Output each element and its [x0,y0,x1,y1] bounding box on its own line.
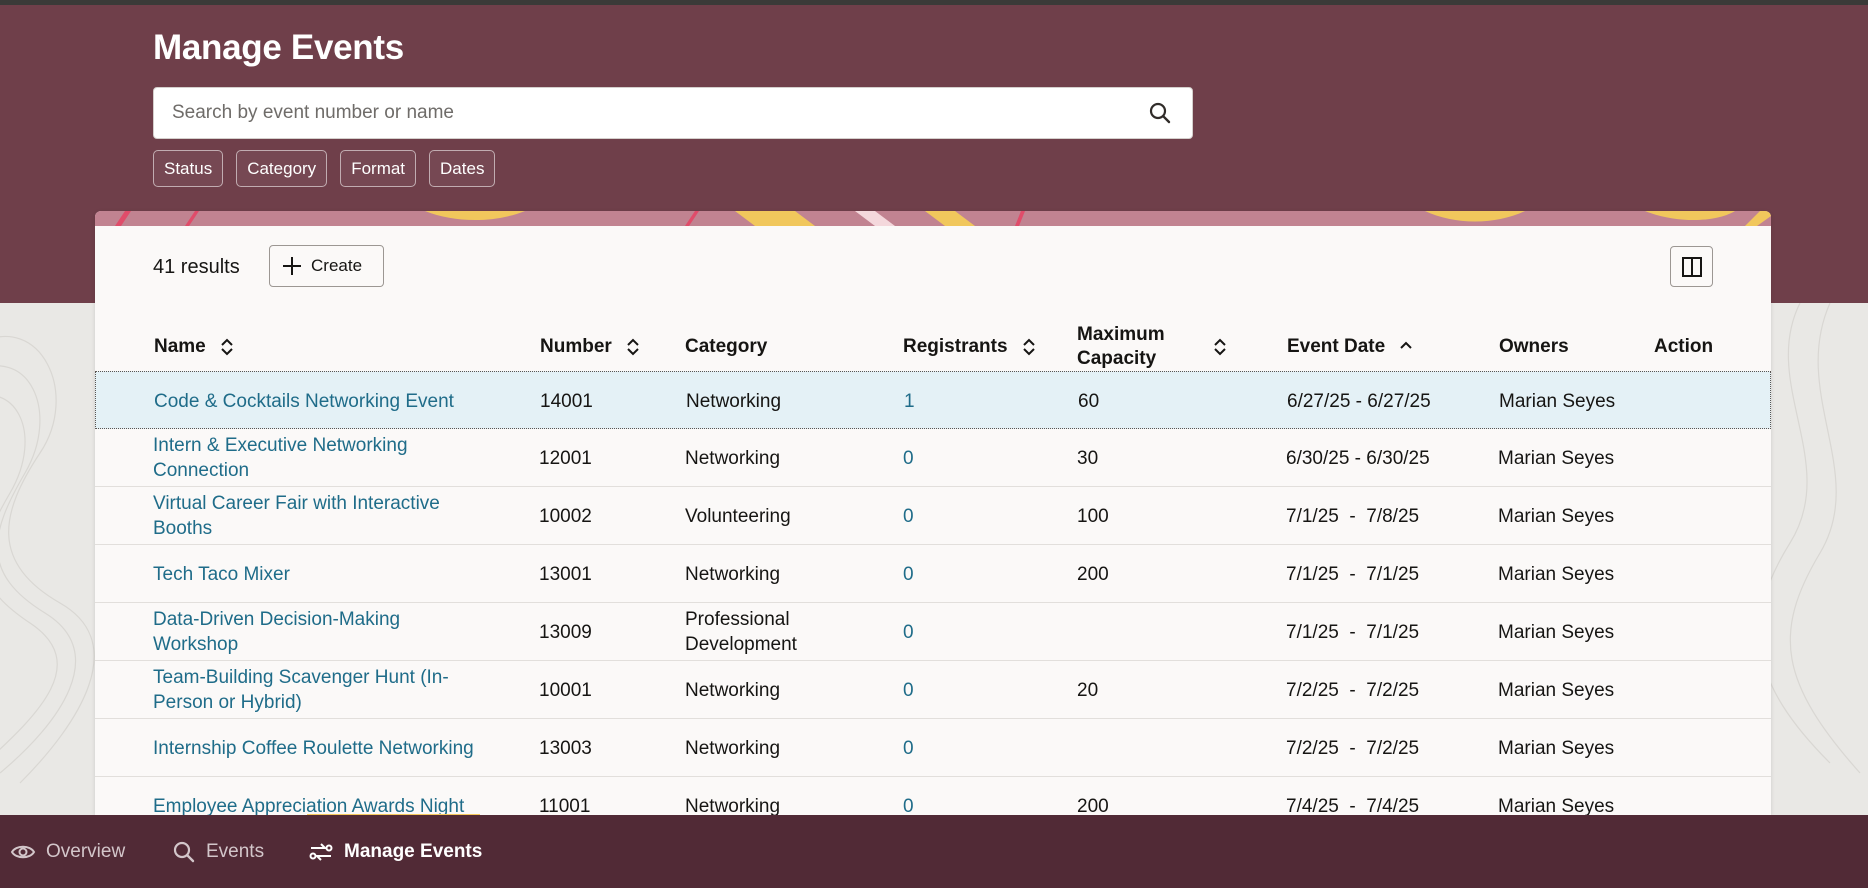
filter-format-chip[interactable]: Format [340,150,417,187]
event-number: 11001 [539,795,591,816]
event-date: 7/4/25 - 7/4/25 [1286,795,1420,816]
event-name-link[interactable]: Tech Taco Mixer [153,545,513,603]
split-panel-icon [1681,256,1702,277]
registrants-link[interactable]: 0 [903,429,914,487]
event-category: Networking [686,390,782,412]
search-input[interactable] [172,88,1132,138]
event-number: 10002 [539,505,592,527]
sort-icon [221,338,233,355]
results-count: 41 results [153,256,240,278]
event-name-link[interactable]: Virtual Career Fair with Interactive Boo… [153,487,473,545]
registrants-link[interactable]: 0 [903,661,914,719]
event-name-link[interactable]: Data-Driven Decision-Making Workshop [153,603,453,661]
max-capacity: 20 [1077,679,1099,701]
owners: Marian Seyes [1498,679,1615,701]
nav-item-overview[interactable]: Overview [10,815,125,888]
create-button-label: Create [311,256,363,275]
owners: Marian Seyes [1498,505,1615,527]
table-row[interactable]: Code & Cocktails Networking Event 14001 … [95,371,1771,429]
eye-icon [10,845,36,858]
sort-icon [1022,338,1035,355]
registrants-link[interactable]: 0 [903,545,914,603]
event-number: 10001 [539,679,592,701]
event-name-link[interactable]: Code & Cocktails Networking Event [154,372,514,430]
bottom-navigation: Overview Events Manage Events [0,815,1868,888]
table-row[interactable]: Tech Taco Mixer 13001 Networking 0 200 7… [95,545,1771,603]
owners: Marian Seyes [1498,795,1615,816]
nav-item-label: Events [206,840,265,862]
owners: Marian Seyes [1498,737,1615,759]
event-date: 7/2/25 - 7/2/25 [1286,737,1420,759]
toggle-panel-button[interactable] [1670,246,1713,287]
registrants-link[interactable]: 1 [904,372,915,430]
table-row[interactable]: Data-Driven Decision-Making Workshop 130… [95,603,1771,661]
search-box [153,87,1193,139]
table-row[interactable]: Employee Appreciation Awards Night 11001… [95,777,1771,816]
max-capacity: 100 [1077,505,1109,527]
event-number: 13003 [539,737,592,759]
filter-chips: Status Category Format Dates [153,150,496,187]
table-row[interactable]: Virtual Career Fair with Interactive Boo… [95,487,1771,545]
event-category: Networking [685,563,781,585]
filter-category-chip[interactable]: Category [236,150,328,187]
event-number: 13009 [539,621,592,643]
sort-ascending-icon [1400,341,1412,349]
event-date: 7/2/25 - 7/2/25 [1286,679,1420,701]
search-icon [173,841,195,862]
event-number: 13001 [539,563,592,585]
event-category: Networking [685,737,781,759]
event-date: 7/1/25 - 7/1/25 [1286,563,1420,585]
event-date: 6/30/25 - 6/30/25 [1286,447,1430,469]
nav-item-label: Overview [46,840,126,862]
registrants-link[interactable]: 0 [903,487,914,545]
nav-item-events[interactable]: Events [172,815,264,888]
nav-item-label: Manage Events [344,840,483,862]
event-name-link[interactable]: Team-Building Scavenger Hunt (In-Person … [153,661,483,719]
event-category: Professional Development [685,609,797,655]
decorative-banner [95,211,1771,226]
owners: Marian Seyes [1499,390,1616,412]
event-name-link[interactable]: Employee Appreciation Awards Night [153,777,523,816]
event-name-link[interactable]: Intern & Executive Networking Connection [153,429,453,487]
manage-events-icon [309,842,333,861]
owners: Marian Seyes [1498,621,1615,643]
table-row[interactable]: Intern & Executive Networking Connection… [95,429,1771,487]
registrants-link[interactable]: 0 [903,777,914,816]
sort-icon [1213,338,1226,355]
table-row[interactable]: Internship Coffee Roulette Networking 13… [95,719,1771,777]
registrants-link[interactable]: 0 [903,603,914,661]
search-icon[interactable] [1148,101,1172,125]
create-button[interactable]: Create [269,245,384,287]
page-title: Manage Events [153,28,404,67]
event-date: 7/1/25 - 7/8/25 [1286,505,1420,527]
owners: Marian Seyes [1498,563,1615,585]
event-category: Networking [685,447,781,469]
owners: Marian Seyes [1498,447,1615,469]
filter-status-chip[interactable]: Status [153,150,224,187]
sort-icon [627,338,639,355]
max-capacity: 60 [1078,390,1100,412]
max-capacity: 200 [1077,563,1109,585]
event-date: 6/27/25 - 6/27/25 [1287,390,1431,412]
event-category: Networking [685,795,781,816]
event-category: Volunteering [685,505,791,527]
event-number: 12001 [539,447,592,469]
event-category: Networking [685,679,781,701]
event-date: 7/1/25 - 7/1/25 [1286,621,1420,643]
max-capacity: 30 [1077,447,1099,469]
filter-dates-chip[interactable]: Dates [429,150,496,187]
event-number: 14001 [540,390,593,412]
events-card: 41 results Create Name Number Category R… [95,211,1771,815]
event-name-link[interactable]: Internship Coffee Roulette Networking [153,719,523,777]
nav-item-manage-events[interactable]: Manage Events [308,815,482,888]
table-row[interactable]: Team-Building Scavenger Hunt (In-Person … [95,661,1771,719]
plus-icon [283,257,301,275]
registrants-link[interactable]: 0 [903,719,914,777]
max-capacity: 200 [1077,795,1109,816]
